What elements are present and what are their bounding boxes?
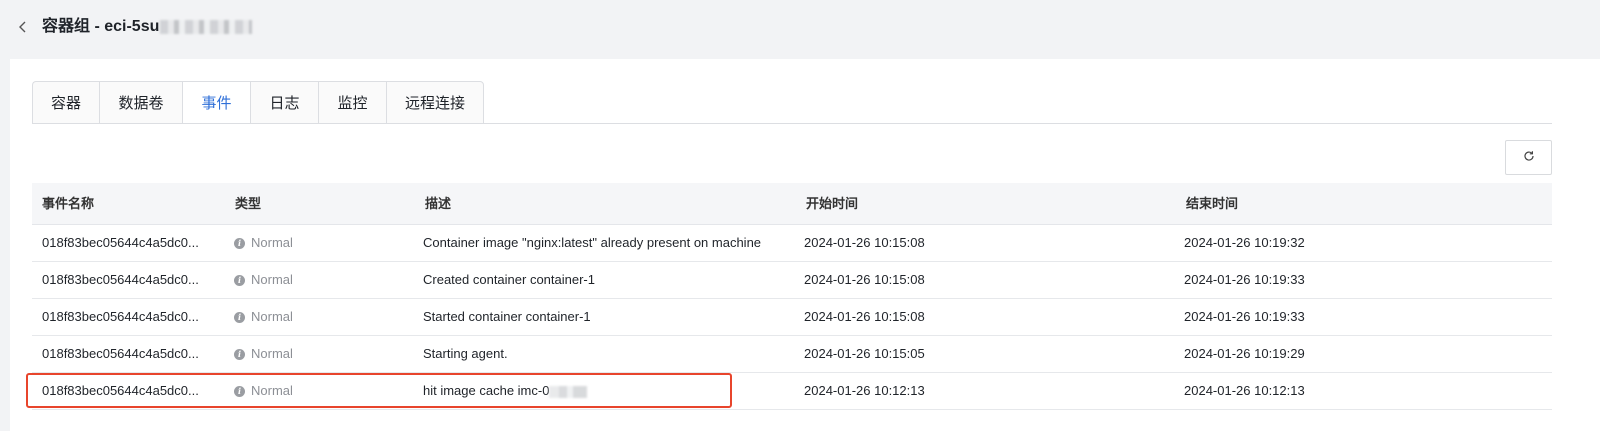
event-type: i Normal xyxy=(234,225,293,261)
tab-label: 日志 xyxy=(269,95,300,112)
start-time: 2024-01-26 10:15:08 xyxy=(804,309,925,324)
start-time: 2024-01-26 10:12:13 xyxy=(804,383,925,398)
page-title-text: 容器组 - eci-5su xyxy=(42,18,160,35)
tab-bar: 容器 数据卷 事件 日志 监控 远程连接 xyxy=(32,81,484,124)
event-description: Starting agent. xyxy=(423,346,508,361)
table-row: 018f83bec05644c4a5dc0... i Normal Contain… xyxy=(32,225,1552,262)
tab-events[interactable]: 事件 xyxy=(182,81,250,124)
table-row: 018f83bec05644c4a5dc0... i Normal Created… xyxy=(32,262,1552,299)
column-header: 描述 xyxy=(425,196,452,211)
event-name: 018f83bec05644c4a5dc0... xyxy=(42,309,199,324)
tabs-divider xyxy=(32,123,1552,124)
end-time: 2024-01-26 10:19:32 xyxy=(1184,235,1305,250)
tab-label: 监控 xyxy=(337,95,368,112)
tab-volumes[interactable]: 数据卷 xyxy=(99,81,182,124)
refresh-icon xyxy=(1523,149,1535,167)
table-header: 事件名称 类型 描述 开始时间 结束时间 xyxy=(32,183,1552,225)
table-row-highlighted: 018f83bec05644c4a5dc0... i Normal hit ima… xyxy=(26,373,1552,410)
redacted-mask xyxy=(160,19,253,34)
refresh-button[interactable] xyxy=(1505,140,1552,175)
tab-containers[interactable]: 容器 xyxy=(32,81,99,124)
end-time: 2024-01-26 10:12:13 xyxy=(1184,383,1305,398)
info-icon: i xyxy=(234,237,245,249)
tab-label: 远程连接 xyxy=(404,95,465,112)
end-time: 2024-01-26 10:19:29 xyxy=(1184,346,1305,361)
type-label: Normal xyxy=(251,235,293,250)
content-card: 容器 数据卷 事件 日志 监控 远程连接 事件名称 类型 描述 开始时间 结束时… xyxy=(10,59,1600,431)
event-name: 018f83bec05644c4a5dc0... xyxy=(42,346,199,361)
event-name: 018f83bec05644c4a5dc0... xyxy=(42,383,199,398)
table-row: 018f83bec05644c4a5dc0... i Normal Startin… xyxy=(32,336,1552,373)
start-time: 2024-01-26 10:15:08 xyxy=(804,235,925,250)
event-description: Created container container-1 xyxy=(423,272,595,287)
start-time: 2024-01-26 10:15:05 xyxy=(804,346,925,361)
column-header: 开始时间 xyxy=(806,196,859,211)
event-type: i Normal xyxy=(234,299,293,335)
tab-label: 事件 xyxy=(201,95,232,112)
column-header: 结束时间 xyxy=(1186,196,1239,211)
type-label: Normal xyxy=(251,383,293,398)
table-row: 018f83bec05644c4a5dc0... i Normal Started… xyxy=(32,299,1552,336)
event-type: i Normal xyxy=(234,262,293,298)
page-title: 容器组 - eci-5su xyxy=(42,17,253,37)
event-description: hit image cache imc-0 xyxy=(423,373,588,409)
end-time: 2024-01-26 10:19:33 xyxy=(1184,309,1305,324)
event-name: 018f83bec05644c4a5dc0... xyxy=(42,235,199,250)
event-name: 018f83bec05644c4a5dc0... xyxy=(42,272,199,287)
column-header: 事件名称 xyxy=(42,196,95,211)
info-icon: i xyxy=(234,311,245,323)
event-type: i Normal xyxy=(234,373,293,409)
description-text: hit image cache imc-0 xyxy=(423,383,550,398)
info-icon: i xyxy=(234,348,245,360)
info-icon: i xyxy=(234,385,245,397)
tab-logs[interactable]: 日志 xyxy=(250,81,318,124)
type-label: Normal xyxy=(251,272,293,287)
tab-label: 容器 xyxy=(50,95,81,112)
redacted-mask xyxy=(549,385,588,398)
start-time: 2024-01-26 10:15:08 xyxy=(804,272,925,287)
tab-monitoring[interactable]: 监控 xyxy=(318,81,386,124)
event-description: Started container container-1 xyxy=(423,309,591,324)
tab-remote-connection[interactable]: 远程连接 xyxy=(386,81,484,124)
back-arrow-icon[interactable] xyxy=(16,17,30,37)
column-header: 类型 xyxy=(235,196,262,211)
event-type: i Normal xyxy=(234,336,293,372)
info-icon: i xyxy=(234,274,245,286)
end-time: 2024-01-26 10:19:33 xyxy=(1184,272,1305,287)
events-table: 事件名称 类型 描述 开始时间 结束时间 018f83bec05644c4a5d… xyxy=(26,183,1552,410)
tab-label: 数据卷 xyxy=(118,95,164,112)
event-description: Container image "nginx:latest" already p… xyxy=(423,235,762,250)
type-label: Normal xyxy=(251,346,293,361)
page-header: 容器组 - eci-5su xyxy=(0,0,1600,58)
type-label: Normal xyxy=(251,309,293,324)
